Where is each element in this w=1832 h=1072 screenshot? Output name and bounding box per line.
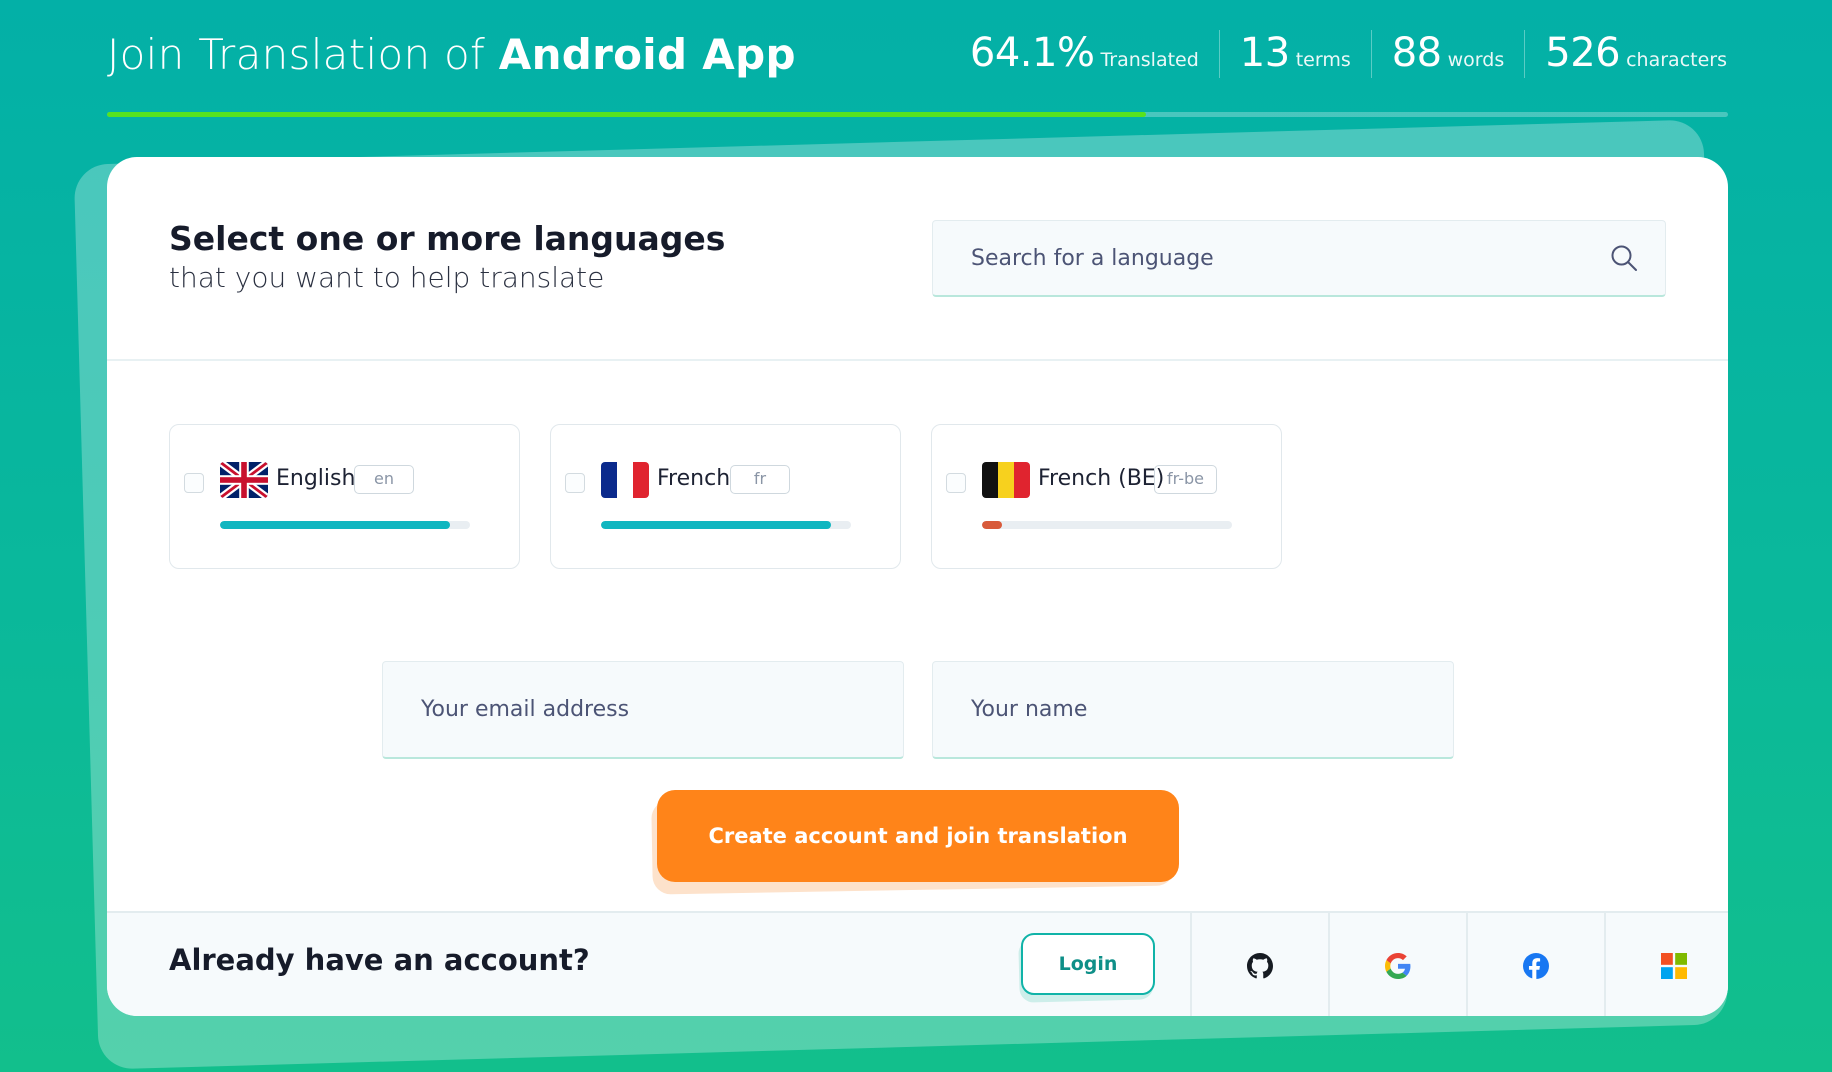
language-code-badge: en: [354, 465, 414, 494]
google-login-button[interactable]: [1328, 913, 1466, 1016]
language-code-badge: fr-be: [1154, 465, 1217, 494]
login-footer: Already have an account? Login: [107, 911, 1728, 1016]
name-field: [932, 661, 1454, 759]
language-progress-bar: [220, 521, 470, 529]
language-checkbox[interactable]: [946, 473, 966, 493]
microsoft-login-button[interactable]: [1604, 913, 1728, 1016]
language-selection-header: Select one or more languages that you wa…: [107, 157, 1728, 361]
project-name: Android App: [498, 30, 796, 79]
language-checkbox[interactable]: [184, 473, 204, 493]
belgium-flag-icon: [982, 462, 1030, 498]
translation-progress-bar: [107, 112, 1728, 117]
language-progress-fill: [220, 521, 450, 529]
stat-label: Translated: [1100, 49, 1199, 71]
project-stats: 64.1% Translated 13 terms 88 words 526 c…: [970, 30, 1727, 78]
translation-progress-fill: [107, 112, 1147, 117]
microsoft-icon: [1661, 952, 1687, 979]
stat-terms: 13 terms: [1218, 30, 1371, 78]
language-tile-fr[interactable]: French fr: [550, 424, 901, 569]
language-progress-fill: [982, 521, 1002, 529]
language-code-badge: fr: [730, 465, 790, 494]
france-flag-icon: [601, 462, 649, 498]
uk-flag-icon: [220, 462, 268, 498]
name-input[interactable]: [933, 662, 1453, 757]
login-button[interactable]: Login: [1021, 933, 1155, 995]
language-tile-en[interactable]: English en: [169, 424, 520, 569]
language-progress-fill: [601, 521, 831, 529]
stat-value: 88: [1391, 30, 1442, 76]
google-icon: [1385, 952, 1411, 979]
language-checkbox[interactable]: [565, 473, 585, 493]
search-icon[interactable]: [1609, 243, 1639, 273]
stat-value: 64.1%: [969, 30, 1095, 76]
language-progress-bar: [601, 521, 851, 529]
github-icon: [1247, 952, 1273, 978]
stat-characters: 526 characters: [1524, 30, 1727, 78]
stat-translated: 64.1% Translated: [970, 30, 1219, 78]
stat-label: terms: [1295, 49, 1351, 71]
page-title: Join Translation of Android App: [107, 30, 796, 79]
section-subheading: that you want to help translate: [169, 261, 605, 294]
language-search: [932, 220, 1666, 297]
section-heading: Select one or more languages: [169, 219, 726, 258]
facebook-login-button[interactable]: [1466, 913, 1604, 1016]
email-input[interactable]: [383, 662, 903, 757]
language-name: English: [276, 466, 356, 491]
join-card: Select one or more languages that you wa…: [107, 157, 1728, 1016]
stat-label: characters: [1626, 49, 1727, 71]
email-field: [382, 661, 904, 759]
github-login-button[interactable]: [1190, 913, 1328, 1016]
language-list: English en French fr French (BE) fr-be: [169, 424, 1282, 569]
language-search-input[interactable]: [933, 221, 1665, 295]
facebook-icon: [1523, 952, 1549, 979]
already-have-account-text: Already have an account?: [169, 943, 590, 977]
title-prefix: Join Translation of: [107, 30, 486, 79]
stat-value: 13: [1239, 30, 1290, 76]
stat-words: 88 words: [1370, 30, 1525, 78]
create-account-button[interactable]: Create account and join translation: [657, 790, 1179, 882]
stat-label: words: [1447, 49, 1505, 71]
language-name: French: [657, 466, 731, 491]
language-tile-fr-be[interactable]: French (BE) fr-be: [931, 424, 1282, 569]
stat-value: 526: [1545, 30, 1621, 76]
language-name: French (BE): [1038, 466, 1165, 491]
language-progress-bar: [982, 521, 1232, 529]
